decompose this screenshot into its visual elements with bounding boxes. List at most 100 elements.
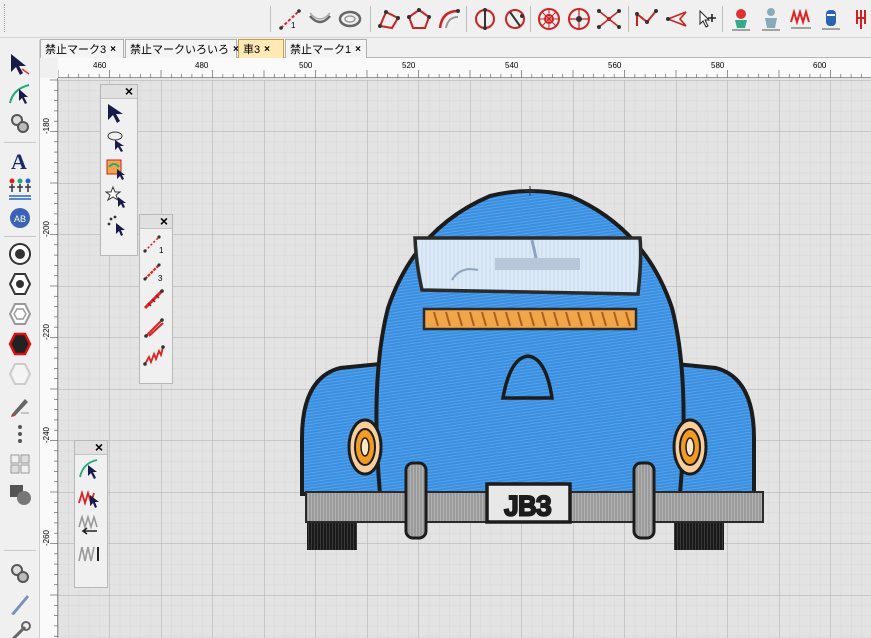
close-icon[interactable]: ×: [110, 44, 116, 55]
palette-title-bar[interactable]: ×: [140, 213, 172, 229]
svg-text:1: 1: [159, 246, 164, 255]
vertical-ruler: -180 -200 -220 -240 -260: [40, 58, 58, 638]
ruler-label: 520: [402, 61, 416, 70]
toolbar-separator: [370, 6, 371, 32]
close-icon[interactable]: ×: [95, 439, 103, 455]
ruler-label: 560: [608, 61, 622, 70]
fan-icon[interactable]: [594, 5, 624, 33]
running-stitch-1-icon[interactable]: 1: [140, 229, 168, 257]
ruler-label: 480: [195, 61, 209, 70]
hexagon-white-icon[interactable]: [5, 360, 35, 388]
stitch-trim-icon[interactable]: [75, 539, 103, 567]
wheel-icon[interactable]: [534, 5, 564, 33]
knife-icon[interactable]: [5, 590, 35, 618]
running-stitch-palette: × 1 3: [139, 213, 173, 384]
left-tire: [307, 520, 357, 550]
toolbar-separator: [4, 142, 36, 143]
circle-split-icon[interactable]: [470, 5, 500, 33]
toolbar-separator: [530, 6, 531, 32]
select-tools-palette: ×: [100, 83, 138, 256]
figure-icon[interactable]: [756, 5, 786, 33]
hexagon-red-icon[interactable]: [5, 330, 35, 358]
misc-tools-group: [632, 4, 722, 34]
target-icon[interactable]: [564, 5, 594, 33]
dots-icon[interactable]: [5, 420, 35, 448]
reshape-2-icon[interactable]: [5, 560, 35, 588]
reshape-icon[interactable]: [5, 110, 35, 138]
running-stitch-3-icon[interactable]: 3: [140, 257, 168, 285]
palette-title-bar[interactable]: ×: [75, 439, 107, 455]
arc-line-icon[interactable]: [305, 5, 335, 33]
ruler-label: 580: [711, 61, 725, 70]
ruler-label: -260: [42, 529, 51, 546]
toolbar-separator: [466, 6, 467, 32]
lasso-select-icon[interactable]: [103, 127, 131, 155]
svg-text:A: A: [11, 149, 27, 173]
monogram-icon[interactable]: AB: [5, 204, 35, 232]
line-tools-group: 1: [275, 4, 365, 34]
tab-label: 禁止マーク3: [45, 44, 107, 56]
svg-text:3: 3: [158, 274, 163, 283]
design-canvas[interactable]: 460 480 500 520 540 560 580 600 -180 -20…: [40, 58, 871, 638]
text-icon[interactable]: A: [5, 146, 35, 174]
radial-tools-group: [534, 4, 624, 34]
circle-fill-icon[interactable]: [5, 240, 35, 268]
zigzag-line-icon[interactable]: [140, 341, 168, 369]
wrench-icon[interactable]: [5, 618, 35, 638]
tab-label: 車3: [243, 44, 261, 56]
stitch-edit-arrow-icon[interactable]: [75, 455, 103, 483]
ruler-label: 600: [813, 61, 827, 70]
satin-line-icon[interactable]: [140, 313, 168, 341]
ruler-label: 460: [93, 61, 107, 70]
left-toolbar: A AB: [0, 40, 40, 638]
stitch-insert-icon[interactable]: [75, 511, 103, 539]
polygon-node-icon[interactable]: [374, 5, 404, 33]
flag-icon[interactable]: [662, 5, 692, 33]
shape-icon[interactable]: [5, 480, 35, 508]
node-edit-icon[interactable]: [5, 80, 35, 108]
palette-title-bar[interactable]: ×: [101, 83, 137, 99]
bean-stitch-icon[interactable]: [140, 285, 168, 313]
tab-label: 禁止マーク1: [290, 44, 352, 56]
select-object-color-icon[interactable]: [103, 155, 131, 183]
zigzag-node-icon[interactable]: [632, 5, 662, 33]
curve-node-icon[interactable]: [434, 5, 464, 33]
toolbar-separator: [628, 6, 629, 32]
ruler-label: -180: [42, 117, 51, 134]
toolbar-separator: [4, 236, 36, 237]
pen-icon[interactable]: [5, 392, 35, 420]
wave-icon[interactable]: [786, 5, 816, 33]
hexagon-outline-icon[interactable]: [5, 270, 35, 298]
ring-icon[interactable]: [335, 5, 365, 33]
right-tire: [674, 520, 724, 550]
grid-icon[interactable]: [5, 450, 35, 478]
crescent-split-icon[interactable]: [500, 5, 530, 33]
bottle-icon[interactable]: [816, 5, 846, 33]
tab-car3[interactable]: 車3 ×: [238, 39, 284, 58]
fork-icon[interactable]: [846, 5, 871, 33]
tab-mark3[interactable]: 禁止マーク3 ×: [40, 39, 124, 58]
tab-mark1[interactable]: 禁止マーク1 ×: [285, 39, 367, 58]
stitch-select-red-icon[interactable]: [75, 483, 103, 511]
select-arrow-icon[interactable]: [103, 99, 131, 127]
ruler-label: -240: [42, 426, 51, 443]
left-bumper-guard: [404, 461, 428, 540]
star-select-icon[interactable]: [103, 183, 131, 211]
point-select-icon[interactable]: [103, 211, 131, 239]
close-icon[interactable]: ×: [125, 83, 133, 99]
close-icon[interactable]: ×: [160, 213, 168, 229]
hexagon-bevel-icon[interactable]: [5, 300, 35, 328]
close-icon[interactable]: ×: [264, 44, 270, 55]
svg-text:AB: AB: [14, 214, 26, 224]
pentagon-node-icon[interactable]: [404, 5, 434, 33]
close-icon[interactable]: ×: [355, 44, 361, 55]
plant-icon[interactable]: [726, 5, 756, 33]
ruler-label: -200: [42, 220, 51, 237]
add-node-icon[interactable]: [692, 5, 722, 33]
running-line-icon[interactable]: 1: [275, 5, 305, 33]
left-taillight: [347, 418, 383, 476]
people-icon[interactable]: [5, 174, 35, 202]
toolbar-grip[interactable]: [4, 4, 7, 32]
tab-mark-various[interactable]: 禁止マークいろいろ ×: [125, 39, 239, 58]
select-pointer-icon[interactable]: [5, 50, 35, 78]
